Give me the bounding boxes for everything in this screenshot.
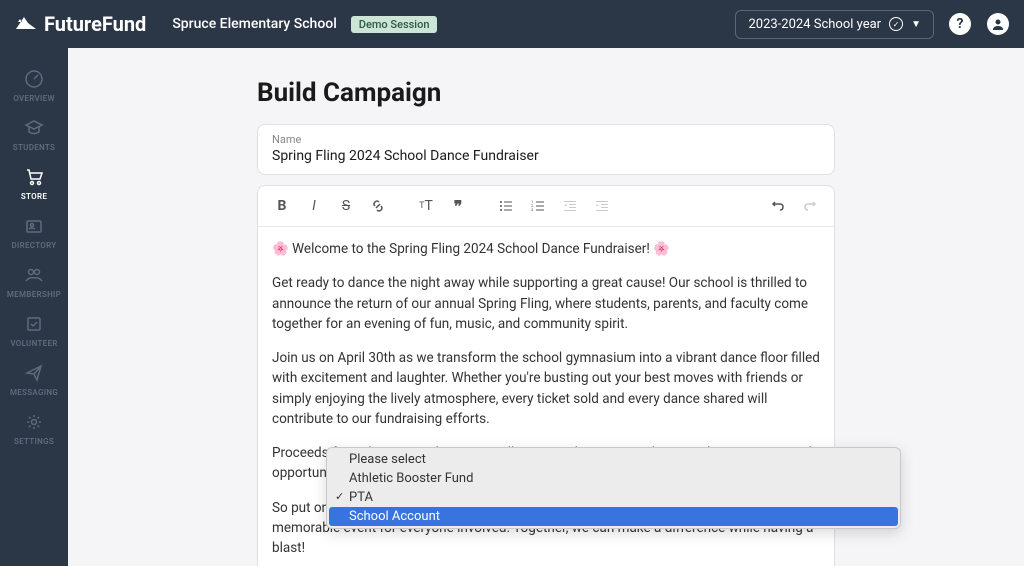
font-size-button[interactable]: TT (412, 192, 440, 220)
chevron-down-icon: ▼ (911, 19, 921, 30)
help-icon: ? (949, 13, 971, 35)
checkbox-icon (23, 313, 45, 335)
fund-select-popup: Please select Athletic Booster Fund PTA … (326, 447, 901, 529)
fund-option-athletic[interactable]: Athletic Booster Fund (329, 469, 898, 488)
school-year-selector[interactable]: 2023-2024 School year ✓ ▼ (735, 10, 934, 39)
quote-button[interactable]: ❞ (444, 192, 472, 220)
send-icon (23, 362, 45, 384)
link-button[interactable] (364, 192, 392, 220)
user-icon (987, 13, 1009, 35)
sidebar-item-directory[interactable]: DIRECTORY (0, 207, 68, 256)
sidebar-item-volunteer[interactable]: VOLUNTEER (0, 305, 68, 354)
indent-button[interactable] (588, 192, 616, 220)
undo-button[interactable] (764, 192, 792, 220)
redo-button[interactable] (796, 192, 824, 220)
strikethrough-button[interactable]: S (332, 192, 360, 220)
app-header: FutureFund Spruce Elementary School Demo… (0, 0, 1024, 48)
page-title: Build Campaign (257, 78, 835, 108)
brand-name: FutureFund (44, 12, 146, 36)
main-content: Build Campaign Name Spring Fling 2024 Sc… (68, 48, 1024, 566)
description-paragraph: Get ready to dance the night away while … (272, 273, 820, 334)
sidebar-item-store[interactable]: STORE (0, 158, 68, 207)
bullet-list-button[interactable] (492, 192, 520, 220)
campaign-name-field[interactable]: Name Spring Fling 2024 School Dance Fund… (257, 124, 835, 175)
brand-logo[interactable]: FutureFund (14, 12, 146, 36)
fund-option-pta[interactable]: PTA (329, 488, 898, 507)
editor-toolbar: B I S TT ❞ 123 (258, 186, 834, 227)
check-circle-icon: ✓ (889, 17, 903, 31)
users-icon (23, 264, 45, 286)
user-menu-button[interactable] (986, 12, 1010, 36)
school-name: Spruce Elementary School (172, 16, 336, 32)
graduation-icon (23, 117, 45, 139)
gear-icon (23, 411, 45, 433)
sidebar-item-messaging[interactable]: MESSAGING (0, 354, 68, 403)
sidebar-item-settings[interactable]: SETTINGS (0, 403, 68, 452)
fund-option-placeholder[interactable]: Please select (329, 450, 898, 469)
fund-option-school-account[interactable]: School Account (329, 507, 898, 526)
help-button[interactable]: ? (948, 12, 972, 36)
sidebar-item-membership[interactable]: MEMBERSHIP (0, 256, 68, 305)
name-value: Spring Fling 2024 School Dance Fundraise… (272, 148, 820, 164)
name-label: Name (272, 133, 820, 146)
futurefund-logo-icon (14, 15, 38, 33)
outdent-button[interactable] (556, 192, 584, 220)
sidebar-nav: OVERVIEW STUDENTS STORE DIRECTORY MEMBER… (0, 48, 68, 566)
svg-text:3: 3 (531, 207, 533, 212)
bold-button[interactable]: B (268, 192, 296, 220)
cart-icon (23, 166, 45, 188)
numbered-list-button[interactable]: 123 (524, 192, 552, 220)
demo-session-badge: Demo Session (351, 16, 438, 33)
description-paragraph: Join us on April 30th as we transform th… (272, 348, 820, 429)
id-card-icon (23, 215, 45, 237)
sidebar-item-students[interactable]: STUDENTS (0, 109, 68, 158)
gauge-icon (23, 68, 45, 90)
school-year-label: 2023-2024 School year (748, 17, 881, 32)
sidebar-item-overview[interactable]: OVERVIEW (0, 60, 68, 109)
italic-button[interactable]: I (300, 192, 328, 220)
description-paragraph: 🌸 Welcome to the Spring Fling 2024 Schoo… (272, 239, 820, 259)
